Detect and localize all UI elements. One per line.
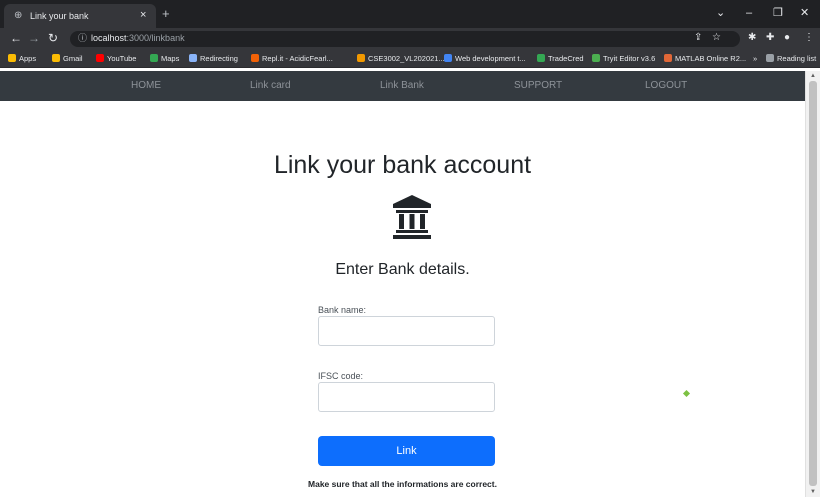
info-icon[interactable]: ⓘ xyxy=(78,33,87,44)
bookmarks-more-icon[interactable]: » xyxy=(753,53,757,64)
puzzle-icon[interactable]: ✚ xyxy=(766,32,774,44)
site-navbar: HOME Link card Link Bank SUPPORT LOGOUT xyxy=(0,71,805,101)
bank-icon xyxy=(393,195,431,239)
nav-support[interactable]: SUPPORT xyxy=(514,80,562,92)
page-scrollbar[interactable]: ▲ ▼ xyxy=(805,71,820,497)
redirect-icon xyxy=(189,54,197,62)
browser-tab[interactable]: ⊕ Link your bank × xyxy=(4,4,156,28)
tab-title: Link your bank xyxy=(30,11,89,21)
nav-link-bank[interactable]: Link Bank xyxy=(380,80,424,92)
ifsc-code-input[interactable] xyxy=(318,382,495,412)
bank-name-label: Bank name: xyxy=(318,305,367,315)
bookmark-tradecred[interactable]: TradeCred xyxy=(537,53,584,64)
url-path: :3000/linkbank xyxy=(126,33,185,43)
scrollbar-thumb[interactable] xyxy=(809,81,817,486)
forward-icon[interactable]: → xyxy=(28,32,40,45)
bookmark-star-icon[interactable]: ☆ xyxy=(712,32,721,44)
correctness-note: Make sure that all the informations are … xyxy=(308,479,497,489)
tab-close-icon[interactable]: × xyxy=(140,9,146,21)
browser-titlebar: ⊕ Link your bank × + ⌄ – ❐ ✕ xyxy=(0,0,820,28)
bookmarks-bar: Apps Gmail YouTube Maps Redirecting Repl… xyxy=(0,50,820,68)
bookmark-gmail[interactable]: Gmail xyxy=(52,53,83,64)
ifsc-code-label: IFSC code: xyxy=(318,371,364,381)
bank-name-input[interactable] xyxy=(318,316,495,346)
bookmark-replit[interactable]: Repl.it - AcidicFearl... xyxy=(251,53,333,64)
share-icon[interactable]: ⇪ xyxy=(694,32,702,44)
browser-window: ⊕ Link your bank × + ⌄ – ❐ ✕ ← → ↻ ⓘ loc… xyxy=(0,0,820,497)
youtube-icon xyxy=(96,54,104,62)
reading-list[interactable]: Reading list xyxy=(766,53,816,64)
maximize-icon[interactable]: ❐ xyxy=(773,7,783,19)
w3schools-icon xyxy=(592,54,600,62)
link-button[interactable]: Link xyxy=(318,436,495,466)
cursor-dot xyxy=(682,389,691,398)
nav-link-card[interactable]: Link card xyxy=(250,80,291,92)
bookmark-cse3002[interactable]: CSE3002_VL202021... xyxy=(357,53,445,64)
back-icon[interactable]: ← xyxy=(10,32,22,45)
bookmark-apps[interactable]: Apps xyxy=(8,53,36,64)
bookmark-maps[interactable]: Maps xyxy=(150,53,179,64)
matlab-icon xyxy=(664,54,672,62)
browser-toolbar: ← → ↻ ⓘ localhost:3000/linkbank ⇪ ☆ ✱ ✚ … xyxy=(0,28,820,50)
tradecred-icon xyxy=(537,54,545,62)
apps-grid-icon xyxy=(8,54,16,62)
close-window-icon[interactable]: ✕ xyxy=(800,7,809,19)
scroll-up-icon[interactable]: ▲ xyxy=(810,73,816,79)
vtop-icon xyxy=(357,54,365,62)
menu-kebab-icon[interactable]: ⋮ xyxy=(804,32,814,44)
bookmark-matlab[interactable]: MATLAB Online R2... xyxy=(664,53,746,64)
globe-icon: ⊕ xyxy=(14,10,23,21)
extension-icon[interactable]: ✱ xyxy=(748,32,756,44)
form-heading: Enter Bank details. xyxy=(335,261,470,278)
bookmark-youtube[interactable]: YouTube xyxy=(96,53,136,64)
bookmark-redirecting[interactable]: Redirecting xyxy=(189,53,238,64)
reload-icon[interactable]: ↻ xyxy=(48,32,58,45)
url-host: localhost xyxy=(91,33,127,43)
reading-list-icon xyxy=(766,54,774,62)
profile-icon[interactable]: ● xyxy=(784,32,790,44)
nav-home[interactable]: HOME xyxy=(131,80,161,92)
gmail-icon xyxy=(52,54,60,62)
minimize-icon[interactable]: – xyxy=(746,7,752,19)
bookmark-tryit[interactable]: Tryit Editor v3.6 xyxy=(592,53,655,64)
new-tab-icon[interactable]: + xyxy=(162,7,170,20)
page-title: Link your bank account xyxy=(273,151,532,179)
replit-icon xyxy=(251,54,259,62)
webdev-icon xyxy=(444,54,452,62)
nav-logout[interactable]: LOGOUT xyxy=(645,80,687,92)
bookmark-webdev[interactable]: Web development t... xyxy=(444,53,526,64)
tab-search-icon[interactable]: ⌄ xyxy=(716,7,725,19)
url-text: localhost:3000/linkbank xyxy=(91,33,185,44)
maps-icon xyxy=(150,54,158,62)
address-bar[interactable]: ⓘ localhost:3000/linkbank xyxy=(70,31,740,47)
scroll-down-icon[interactable]: ▼ xyxy=(810,489,816,495)
